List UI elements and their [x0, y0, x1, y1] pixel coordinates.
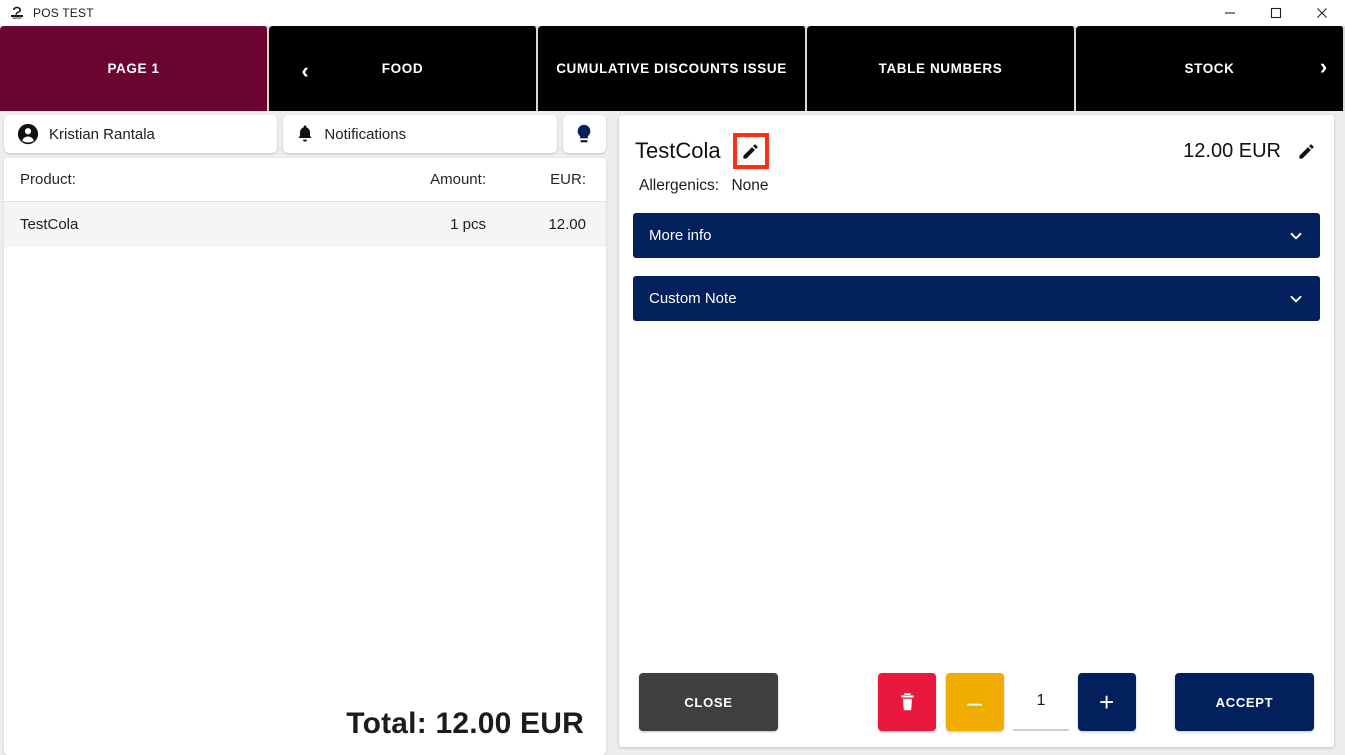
title-bar: POS TEST: [0, 0, 1345, 26]
row-amount: 1 pcs: [450, 216, 486, 233]
tab-bar: PAGE 1 FOOD CUMULATIVE DISCOUNTS ISSUE T…: [0, 26, 1345, 111]
product-detail-panel: TestCola 12.00 EUR Allergenics: None Mor…: [611, 111, 1345, 755]
product-name: TestCola: [635, 138, 721, 163]
accordion-label: Custom Note: [649, 290, 737, 307]
edit-name-button[interactable]: [732, 133, 769, 169]
quantity-value: 1: [1036, 692, 1046, 709]
card-spacer: [633, 321, 1320, 673]
chevron-down-icon: [1288, 291, 1304, 307]
accordion-custom-note[interactable]: Custom Note: [633, 276, 1320, 321]
notifications-button[interactable]: Notifications: [283, 115, 557, 153]
app-icon: [9, 5, 25, 21]
decrement-button[interactable]: –: [946, 673, 1004, 731]
quantity-underline: [1013, 729, 1069, 731]
account-circle-icon: [17, 123, 39, 145]
chevron-right-icon[interactable]: ›: [1305, 26, 1345, 111]
increment-button[interactable]: +: [1078, 673, 1136, 731]
trash-icon: [899, 692, 916, 712]
product-price: 12.00 EUR: [1183, 139, 1281, 162]
app-title: POS TEST: [33, 6, 94, 20]
accordion-label: More info: [649, 227, 712, 244]
receipt-total: Total: 12.00 EUR: [346, 707, 584, 740]
edit-price-button[interactable]: [1297, 142, 1316, 161]
row-product: TestCola: [20, 216, 79, 233]
receipt-topbar: Kristian Rantala Notifications: [4, 115, 607, 153]
accept-button[interactable]: ACCEPT: [1175, 673, 1314, 731]
pencil-icon: [741, 142, 760, 161]
delete-button[interactable]: [878, 673, 936, 731]
allergenics-value: None: [731, 177, 769, 194]
window-controls: [1207, 0, 1345, 26]
receipt-header-row: Product: Amount: EUR:: [4, 158, 606, 202]
receipt-panel: Kristian Rantala Notifications Product: …: [0, 111, 611, 755]
user-button[interactable]: Kristian Rantala: [4, 115, 278, 153]
column-header-price: EUR:: [550, 171, 586, 188]
lightbulb-icon: [574, 123, 594, 145]
column-header-product: Product:: [20, 171, 76, 188]
close-icon[interactable]: [1299, 0, 1345, 26]
title-bar-left: POS TEST: [0, 5, 94, 21]
chevron-down-icon: [1288, 228, 1304, 244]
maximize-icon[interactable]: [1253, 0, 1299, 26]
notifications-label: Notifications: [324, 125, 407, 143]
quantity-field[interactable]: 1: [1012, 673, 1070, 731]
bell-icon: [296, 124, 314, 144]
main-content: Kristian Rantala Notifications Product: …: [0, 111, 1345, 755]
chevron-left-icon[interactable]: ‹: [0, 26, 611, 111]
row-price: 12.00: [548, 216, 586, 233]
column-header-amount: Amount:: [430, 171, 486, 188]
allergenics-label: Allergenics:: [639, 177, 720, 194]
tab-label: TABLE NUMBERS: [878, 61, 1003, 76]
product-header: TestCola 12.00 EUR: [633, 133, 1320, 169]
tab-table-numbers[interactable]: TABLE NUMBERS: [807, 26, 1076, 111]
allergenics-row: Allergenics: None: [633, 169, 1320, 195]
detail-actions: CLOSE – 1 + ACCEPT: [633, 673, 1320, 731]
accordion-more-info[interactable]: More info: [633, 213, 1320, 258]
user-name: Kristian Rantala: [49, 125, 155, 143]
close-button[interactable]: CLOSE: [639, 673, 778, 731]
tab-label: STOCK: [1184, 61, 1235, 76]
receipt-list: Product: Amount: EUR: TestCola 1 pcs 12.…: [4, 158, 606, 755]
pencil-icon: [1297, 142, 1316, 161]
receipt-empty-area: [4, 247, 606, 701]
minimize-icon[interactable]: [1207, 0, 1253, 26]
product-detail-card: TestCola 12.00 EUR Allergenics: None Mor…: [619, 115, 1334, 747]
hint-button[interactable]: [562, 115, 607, 153]
quantity-stepper: – 1 +: [878, 673, 1136, 731]
table-row[interactable]: TestCola 1 pcs 12.00: [4, 202, 606, 247]
